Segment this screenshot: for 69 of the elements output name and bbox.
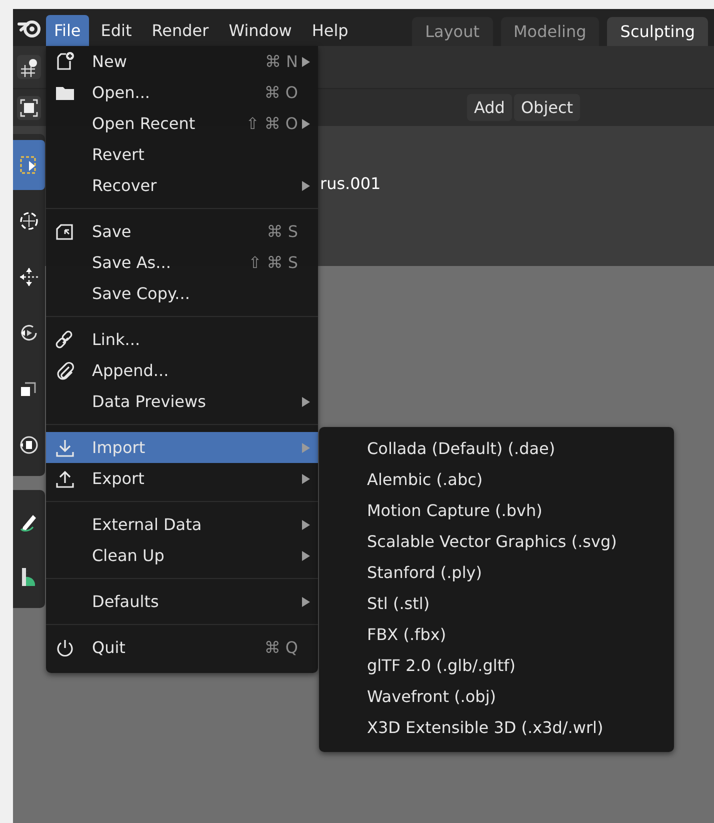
menu-entry-label: Quit <box>92 638 126 657</box>
menu-entry[interactable]: Clean Up <box>46 540 318 571</box>
menu-entry-label: Revert <box>92 145 146 164</box>
menu-item[interactable]: Edit <box>92 15 140 46</box>
menu-entry-label: Save As... <box>92 253 172 272</box>
menu-entry[interactable]: X3D Extensible 3D (.x3d/.wrl) <box>319 712 674 743</box>
menu-item[interactable]: Render <box>144 15 217 46</box>
shortcut-text: ⇧ ⌘ S <box>248 253 298 272</box>
menu-entry[interactable]: Data Previews <box>46 386 318 417</box>
menu-entry-label: Open Recent <box>92 114 196 133</box>
menu-entry-label: External Data <box>92 515 203 534</box>
menu-entry[interactable]: Scalable Vector Graphics (.svg) <box>319 526 674 557</box>
menu-entry-label: Clean Up <box>92 546 166 565</box>
menu-entry-label: Data Previews <box>92 392 207 411</box>
shortcut-text: ⌘ N <box>264 52 298 71</box>
menu-entry[interactable]: New ⌘ N <box>46 46 318 77</box>
tool-settings-icon[interactable] <box>19 57 39 77</box>
menu-entry-label: Defaults <box>92 592 160 611</box>
menu-entry[interactable]: Wavefront (.obj) <box>319 681 674 712</box>
cursor-icon <box>17 209 41 233</box>
frame-icon[interactable] <box>19 98 39 118</box>
menu-entry[interactable]: Stl (.stl) <box>319 588 674 619</box>
menu-entry-label: Open... <box>92 83 151 102</box>
menu-entry-label: New <box>92 52 128 71</box>
workspace-tab[interactable]: Sculpting <box>607 17 708 46</box>
move-icon <box>17 265 41 289</box>
menu-entry[interactable]: External Data <box>46 509 318 540</box>
menu-entry-label: Link... <box>92 330 142 349</box>
menu-entry[interactable]: Revert <box>46 139 318 170</box>
menu-entry-label: Recover <box>92 176 158 195</box>
menu-entry[interactable]: Export <box>46 463 318 494</box>
menu-entry-label: Save <box>92 222 132 241</box>
menu-entry[interactable]: Save Copy... <box>46 278 318 309</box>
header-menu-button[interactable]: Add <box>466 94 512 121</box>
menu-entry[interactable]: Quit ⌘ Q <box>46 632 318 663</box>
menu-entry[interactable]: Recover <box>46 170 318 201</box>
menu-entry[interactable]: Save ⌘ S <box>46 216 318 247</box>
menu-entry-label: Export <box>92 469 146 488</box>
menu-entry[interactable]: Alembic (.abc) <box>319 464 674 495</box>
menu-item[interactable]: Window <box>220 15 300 46</box>
menu-entry[interactable]: Import <box>46 432 318 463</box>
menu-entry[interactable]: Collada (Default) (.dae) <box>319 433 674 464</box>
menu-entry[interactable]: Stanford (.ply) <box>319 557 674 588</box>
menu-entry[interactable]: Motion Capture (.bvh) <box>319 495 674 526</box>
app-logo-icon[interactable] <box>17 18 41 38</box>
menu-entry[interactable]: Open... ⌘ O <box>46 77 318 108</box>
menu-entry[interactable]: Open Recent ⇧ ⌘ O <box>46 108 318 139</box>
menu-entry[interactable]: Defaults <box>46 586 318 617</box>
menu-entry-label: Save Copy... <box>92 284 191 303</box>
shortcut-text: ⌘ S <box>266 222 298 241</box>
viewport-info-text: rus.001 <box>320 174 381 193</box>
shortcut-text: ⌘ Q <box>264 638 298 657</box>
menu-entry-label: Append... <box>92 361 170 380</box>
shortcut-text: ⌘ O <box>264 83 298 102</box>
transform-icon <box>17 433 41 457</box>
menu-entry[interactable]: glTF 2.0 (.glb/.gltf) <box>319 650 674 681</box>
menu-item[interactable]: Help <box>304 15 356 46</box>
menu-entry[interactable]: Append... <box>46 355 318 386</box>
workspace-tab[interactable]: Layout <box>412 17 492 46</box>
menu-entry[interactable]: FBX (.fbx) <box>319 619 674 650</box>
menu-entry[interactable]: Save As... ⇧ ⌘ S <box>46 247 318 278</box>
shortcut-text: ⇧ ⌘ O <box>246 114 298 133</box>
new-file-icon <box>54 50 76 72</box>
paperclip-icon <box>54 360 76 382</box>
workspace-tab[interactable]: Modeling <box>500 17 600 46</box>
menu-entry[interactable]: Link... <box>46 324 318 355</box>
menu-item[interactable]: File <box>46 15 89 46</box>
header-menu-button[interactable]: Object <box>514 94 580 121</box>
menu-entry-label: Import <box>92 438 146 457</box>
